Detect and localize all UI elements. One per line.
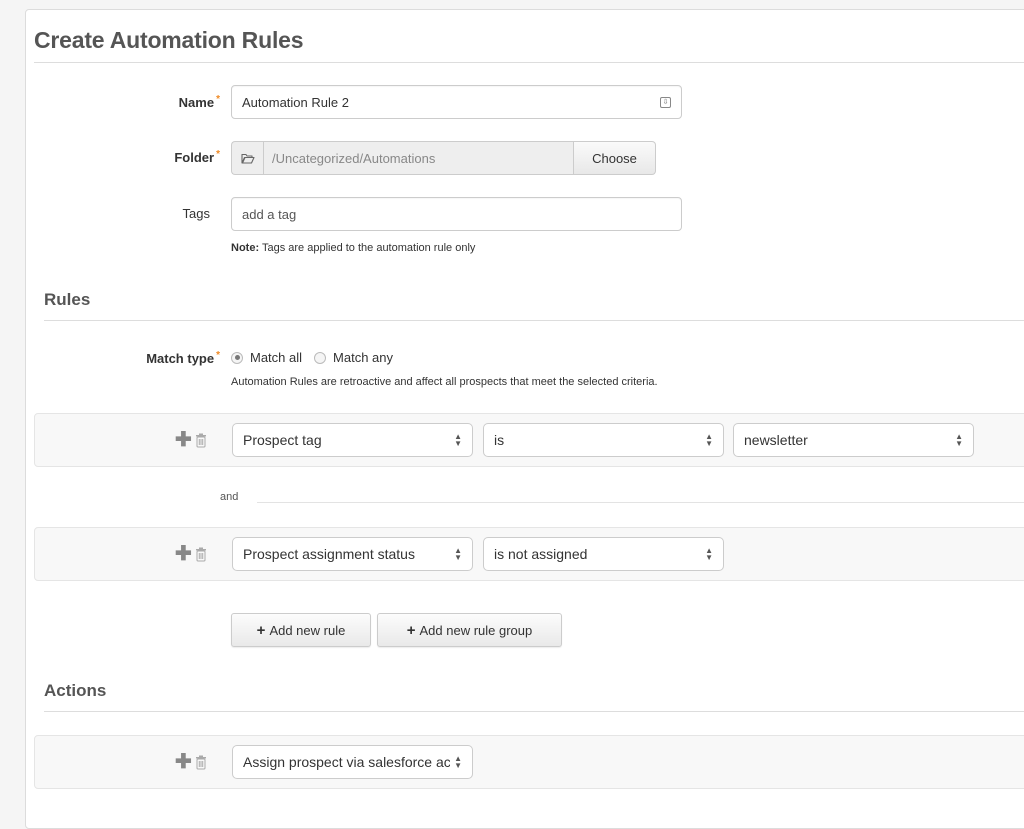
action-row: ✚ Assign prospect via salesforce active … bbox=[34, 735, 1024, 789]
select-arrows-icon: ▲ ▼ bbox=[955, 431, 963, 448]
match-any-radio[interactable] bbox=[314, 351, 327, 364]
required-marker: * bbox=[216, 350, 220, 361]
tags-label: Tags bbox=[182, 206, 210, 221]
add-action-icon[interactable]: ✚ bbox=[175, 752, 192, 772]
add-new-rule-group-label: Add new rule group bbox=[419, 622, 533, 638]
select-arrows-icon: ▲ ▼ bbox=[705, 431, 713, 448]
folder-path-value: /Uncategorized/Automations bbox=[272, 150, 436, 166]
rule-field-value: Prospect tag bbox=[243, 432, 322, 448]
match-type-label-text: Match type bbox=[146, 351, 215, 366]
match-all-radio[interactable] bbox=[231, 351, 243, 364]
rule-operator-select[interactable]: is ▲ ▼ bbox=[483, 423, 724, 457]
rule-field-select[interactable]: Prospect tag ▲ ▼ bbox=[232, 423, 473, 457]
rule-row: ✚ Prospect tag ▲ ▼ is ▲ ▼ newsletter ▲ ▼ bbox=[34, 413, 1024, 467]
tags-input[interactable]: add a tag bbox=[231, 197, 682, 231]
actions-divider bbox=[44, 711, 1024, 712]
match-type-label: Match type * bbox=[100, 350, 220, 366]
delete-action-icon[interactable] bbox=[195, 755, 207, 770]
tags-note: Note: Tags are applied to the automation… bbox=[231, 242, 475, 254]
rule-conjunction: and bbox=[220, 491, 239, 503]
plus-icon: + bbox=[406, 621, 416, 639]
select-arrows-icon: ▲ ▼ bbox=[454, 431, 462, 448]
rule-field-select[interactable]: Prospect assignment status ▲ ▼ bbox=[232, 537, 473, 571]
delete-rule-icon[interactable] bbox=[195, 433, 207, 448]
action-value: Assign prospect via salesforce active as… bbox=[243, 754, 451, 770]
delete-rule-icon[interactable] bbox=[195, 547, 207, 562]
match-all-label[interactable]: Match all bbox=[250, 350, 302, 365]
rule-row-controls: ✚ bbox=[175, 528, 207, 580]
name-input[interactable]: Automation Rule 2 ⇩ bbox=[231, 85, 682, 119]
select-arrows-icon: ▲ ▼ bbox=[454, 545, 462, 562]
tags-input-placeholder: add a tag bbox=[242, 206, 297, 222]
page-title: Create Automation Rules bbox=[34, 27, 304, 53]
name-label: Name * bbox=[120, 94, 220, 110]
name-label-text: Name bbox=[178, 95, 215, 110]
rules-divider bbox=[44, 320, 1024, 321]
required-marker: * bbox=[216, 149, 220, 160]
actions-section-title: Actions bbox=[44, 681, 107, 700]
folder-picker: /Uncategorized/Automations Choose bbox=[231, 141, 656, 175]
rule-field-value: Prospect assignment status bbox=[243, 546, 415, 562]
folder-path-input: /Uncategorized/Automations bbox=[263, 141, 574, 175]
rule-operator-select[interactable]: is not assigned ▲ ▼ bbox=[483, 537, 724, 571]
rule-value-value: newsletter bbox=[744, 432, 808, 448]
plus-icon: + bbox=[256, 621, 266, 639]
rule-row-controls: ✚ bbox=[175, 414, 207, 466]
add-new-rule-group-button[interactable]: + Add new rule group bbox=[377, 613, 562, 647]
rule-value-select[interactable]: newsletter ▲ ▼ bbox=[733, 423, 974, 457]
action-row-controls: ✚ bbox=[175, 736, 207, 788]
add-new-rule-label: Add new rule bbox=[269, 622, 346, 638]
match-type-help: Automation Rules are retroactive and aff… bbox=[231, 376, 658, 388]
name-input-value: Automation Rule 2 bbox=[242, 94, 349, 110]
rule-operator-value: is bbox=[494, 432, 505, 448]
field-options-icon[interactable]: ⇩ bbox=[660, 96, 671, 108]
tags-note-text: Tags are applied to the automation rule … bbox=[259, 242, 476, 254]
folder-label-text: Folder bbox=[174, 150, 215, 165]
rules-section-title: Rules bbox=[44, 290, 91, 309]
title-divider bbox=[34, 62, 1024, 63]
add-new-rule-button[interactable]: + Add new rule bbox=[231, 613, 371, 647]
select-arrows-icon: ▲ ▼ bbox=[454, 753, 462, 770]
choose-folder-button[interactable]: Choose bbox=[574, 141, 656, 175]
rule-row: ✚ Prospect assignment status ▲ ▼ is not a… bbox=[34, 527, 1024, 581]
add-rule-icon[interactable]: ✚ bbox=[175, 430, 192, 450]
match-any-label[interactable]: Match any bbox=[333, 350, 393, 365]
required-marker: * bbox=[216, 94, 220, 105]
add-rule-icon[interactable]: ✚ bbox=[175, 544, 192, 564]
action-select[interactable]: Assign prospect via salesforce active as… bbox=[232, 745, 473, 779]
folder-open-icon bbox=[231, 141, 263, 175]
conjunction-divider bbox=[257, 502, 1024, 503]
rule-operator-value: is not assigned bbox=[494, 546, 588, 562]
select-arrows-icon: ▲ ▼ bbox=[705, 545, 713, 562]
match-type-radio-group: Match all Match any bbox=[231, 350, 405, 365]
tags-note-bold: Note: bbox=[231, 242, 260, 254]
folder-label: Folder * bbox=[120, 149, 220, 165]
